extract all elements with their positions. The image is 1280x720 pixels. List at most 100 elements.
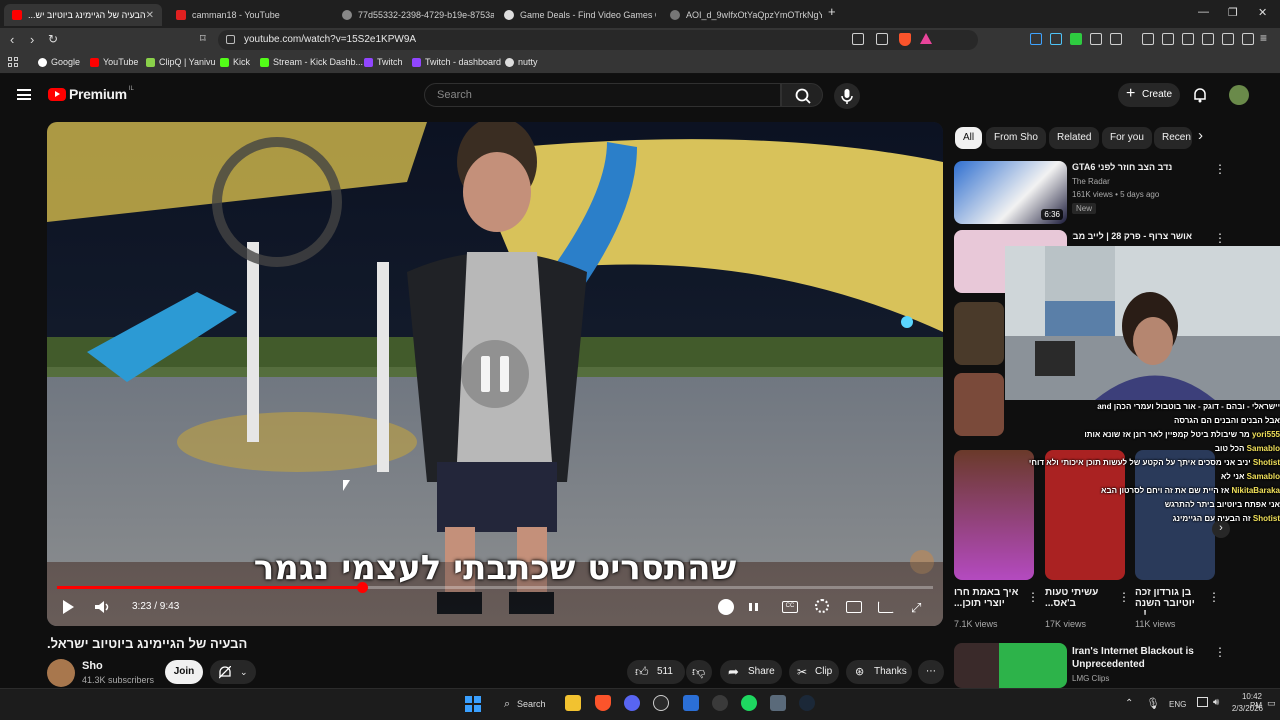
miniplayer-icon[interactable] [846, 601, 862, 613]
cast-icon[interactable] [852, 33, 864, 45]
notification-center-icon[interactable]: ▭ [1267, 698, 1276, 709]
tray-chevron-icon[interactable]: ⌃ [1125, 698, 1133, 709]
chip-all[interactable]: All [955, 127, 983, 149]
hamburger-menu-icon[interactable] [17, 89, 31, 100]
speaker-icon[interactable]: 🔊︎ [1213, 697, 1219, 708]
channel-name[interactable]: Sho [82, 660, 103, 672]
url-bar[interactable]: youtube.com/watch?v=15S2e1KPW9A [218, 30, 978, 50]
close-tab-icon[interactable]: ✕ [146, 10, 154, 21]
more-vert-icon[interactable]: ⋮ [1214, 645, 1226, 659]
autoplay-pause-icon[interactable] [749, 603, 758, 611]
bookmark-nutty[interactable]: nutty [505, 57, 538, 67]
account-avatar[interactable] [1229, 85, 1249, 105]
cast-to-tv-icon[interactable] [878, 601, 894, 613]
video-thumbnail[interactable] [954, 302, 1004, 365]
video-thumbnail[interactable] [954, 373, 1004, 436]
voice-search-button[interactable] [834, 83, 860, 109]
thanks-button[interactable]: ⊛ Thanks [846, 660, 912, 684]
youtube-premium-logo[interactable]: Premium IL [48, 86, 134, 102]
more-vert-icon[interactable]: ⋮ [1208, 590, 1220, 604]
file-explorer-icon[interactable] [565, 695, 581, 711]
tab-active-video[interactable]: הבעיה של הגיימינג ביוטיוב יש... ✕ [4, 4, 162, 26]
bookmark-kick-dashboard[interactable]: Stream - Kick Dashb... [260, 57, 363, 67]
clock-date[interactable]: 2/3/2026 [1231, 704, 1263, 713]
app-icon[interactable] [683, 695, 699, 711]
bookmark-icon[interactable]: ⌑ [200, 32, 206, 45]
short-title[interactable]: בן גורדון זכה יוטיובר השנה !... [1135, 587, 1207, 615]
bookmark-youtube[interactable]: YouTube [90, 57, 138, 67]
wallet-icon[interactable] [1202, 33, 1214, 45]
taskbar-search[interactable]: ⌕ Search [497, 693, 553, 715]
join-button[interactable]: Join [165, 660, 203, 684]
video-title[interactable]: אושר צרוף - פרק 28 | לייב מבית [1072, 231, 1192, 241]
close-window-icon[interactable]: ✕ [1258, 6, 1267, 19]
chevron-right-icon[interactable]: › [1198, 127, 1203, 144]
extension-icon[interactable] [1070, 33, 1082, 45]
back-icon[interactable]: ‹ [10, 32, 14, 47]
app-icon[interactable] [712, 695, 728, 711]
leo-ai-icon[interactable] [1222, 33, 1234, 45]
more-vert-icon[interactable]: ⋮ [1214, 231, 1226, 245]
sidebar-icon[interactable] [1182, 33, 1194, 45]
discord-icon[interactable] [624, 695, 640, 711]
like-button[interactable]: 👍︎ 511 [627, 660, 685, 684]
more-vert-icon[interactable]: ⋮ [1027, 590, 1039, 604]
channel-avatar[interactable] [47, 659, 75, 687]
reload-icon[interactable]: ↻ [48, 32, 58, 46]
notifications-bell-icon[interactable] [1193, 87, 1207, 103]
extension-icon[interactable] [1110, 33, 1122, 45]
fullscreen-icon[interactable]: ⤢ [911, 600, 921, 616]
search-input[interactable]: Search [424, 83, 781, 107]
more-vert-icon[interactable]: ⋮ [1118, 590, 1130, 604]
tab-aoi[interactable]: AOI_d_9wIfxOtYaQpzYmOTrkNgYWn [662, 4, 822, 26]
apps-grid-icon[interactable] [8, 57, 18, 67]
dislike-button[interactable]: 👎︎ [686, 660, 712, 684]
chip-related[interactable]: Related [1049, 127, 1100, 149]
download-icon[interactable] [1142, 33, 1154, 45]
media-icon[interactable] [1162, 33, 1174, 45]
site-info-icon[interactable] [226, 35, 235, 44]
vpn-icon[interactable] [1242, 33, 1254, 45]
play-icon[interactable] [63, 600, 74, 614]
display-icon[interactable] [1197, 697, 1208, 707]
settings-gear-icon[interactable] [815, 599, 829, 613]
progress-bar[interactable] [57, 586, 933, 589]
restore-icon[interactable]: ❐ [1228, 6, 1238, 19]
tray-mic-icon[interactable]: 🎙︎ [1146, 697, 1160, 710]
share-page-icon[interactable] [876, 33, 888, 45]
chip-recent[interactable]: Recen [1154, 127, 1192, 149]
extensions-puzzle-icon[interactable] [1090, 33, 1102, 45]
chip-from-channel[interactable]: From Sho [986, 127, 1046, 149]
short-title[interactable]: עשיתי טעות ב'אס... [1045, 587, 1117, 615]
obs-icon[interactable] [653, 695, 669, 711]
tab-camman[interactable]: camman18 - YouTube [168, 4, 328, 26]
menu-icon[interactable]: ≡ [1260, 31, 1267, 45]
tab-game-deals[interactable]: Game Deals - Find Video Games On [496, 4, 656, 26]
bookmark-google[interactable]: Google [38, 57, 80, 67]
more-vert-icon[interactable]: ⋮ [1214, 162, 1226, 176]
minimize-icon[interactable]: — [1198, 6, 1209, 18]
steam-icon[interactable] [799, 695, 815, 711]
share-button[interactable]: ➦ Share [720, 660, 782, 684]
app-icon[interactable] [770, 695, 786, 711]
captions-button[interactable]: CC [782, 601, 798, 613]
chip-for-you[interactable]: For you [1102, 127, 1152, 149]
scrubber-handle[interactable] [356, 582, 368, 593]
subscribed-button[interactable]: ⌄ [210, 660, 256, 684]
short-title[interactable]: איך באמת חרו יוצרי תוכן... [954, 587, 1026, 615]
channel-name[interactable]: LMG Clips [1072, 674, 1109, 683]
extension-icon[interactable] [1050, 33, 1062, 45]
spotify-icon[interactable] [741, 695, 757, 711]
video-thumbnail[interactable]: 6:36 [954, 161, 1067, 224]
more-actions-button[interactable]: ⋯ [918, 660, 944, 684]
brave-shield-icon[interactable] [899, 33, 911, 46]
search-button[interactable] [781, 83, 823, 107]
bookmark-clipq[interactable]: ClipQ | Yanivu [146, 57, 216, 67]
video-title[interactable]: נדב הצב חוזר לפני GTA6 [1072, 162, 1202, 172]
volume-icon[interactable] [94, 600, 110, 619]
autoplay-toggle-icon[interactable] [718, 599, 734, 615]
bookmark-twitch[interactable]: Twitch [364, 57, 403, 67]
video-thumbnail[interactable] [954, 643, 1067, 688]
bookmark-kick[interactable]: Kick [220, 57, 250, 67]
video-title[interactable]: Iran's Internet Blackout is Unprecedente… [1072, 645, 1202, 671]
